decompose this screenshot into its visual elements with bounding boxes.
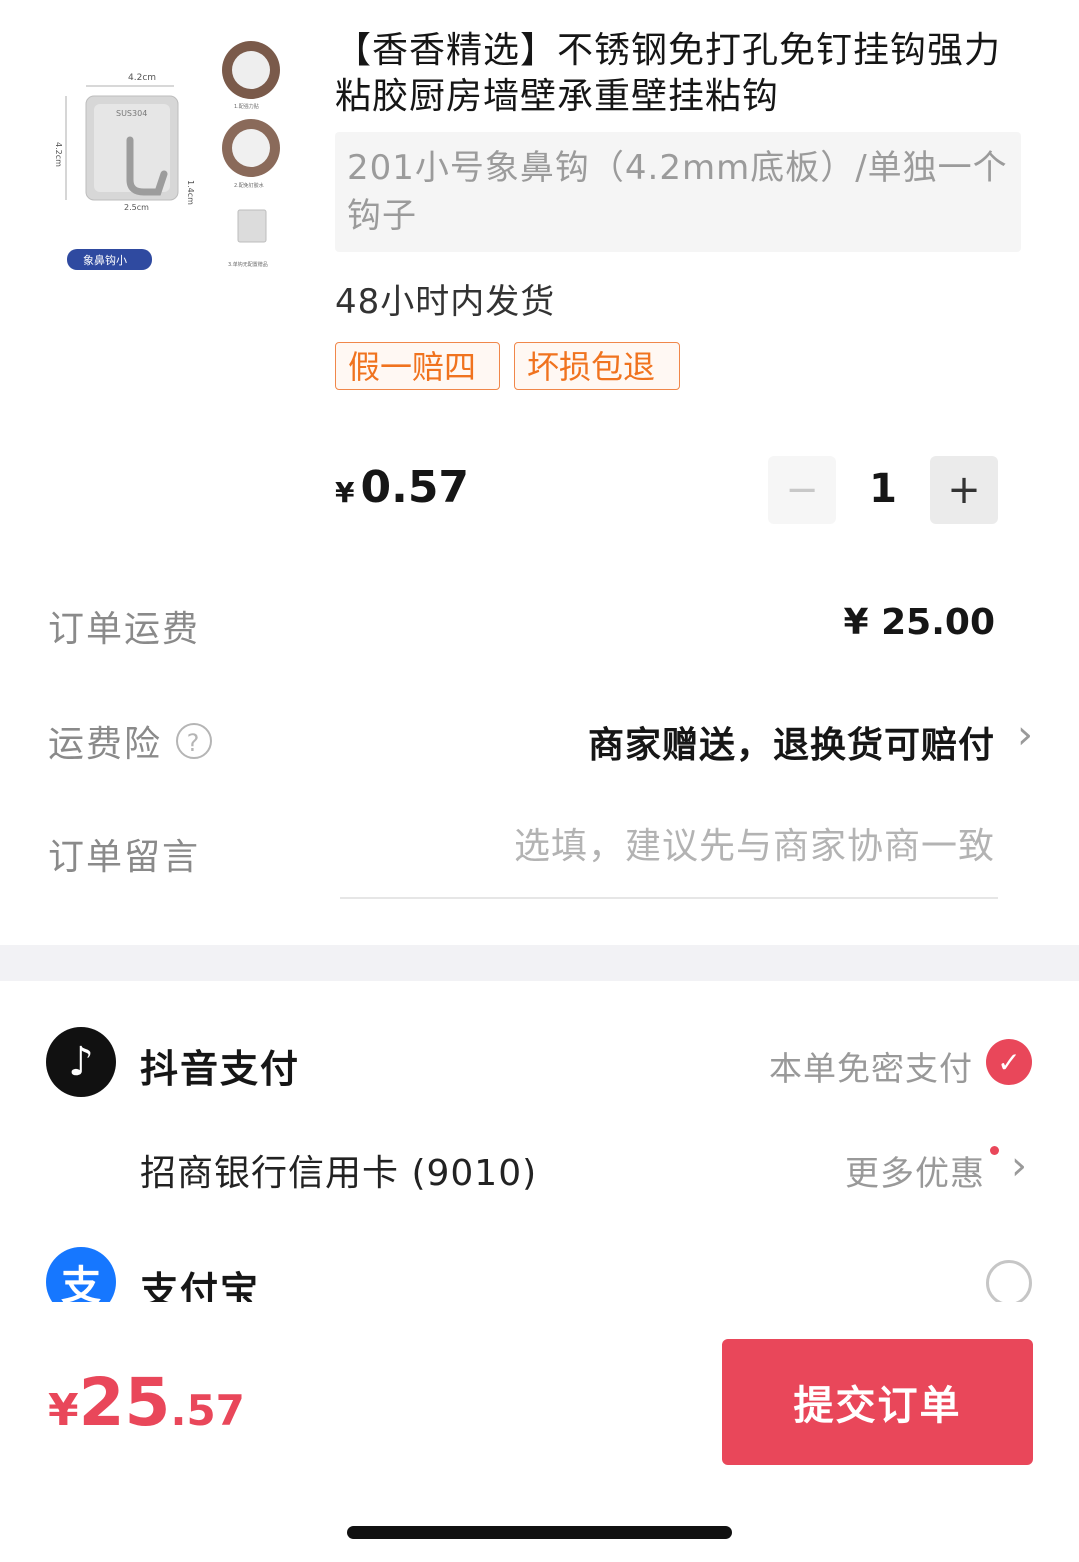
svg-text:3.单钩无配置赠品: 3.单钩无配置赠品 [228, 261, 268, 268]
product-thumbnail[interactable]: 4.2cm SUS304 4.2cm 1.4cm 2.5cm 象鼻钩小 1.配强… [40, 30, 310, 280]
selected-check-icon[interactable]: ✓ [986, 1039, 1032, 1085]
home-indicator[interactable] [347, 1526, 732, 1539]
order-message-input[interactable] [435, 826, 995, 867]
thumb-width-label: 4.2cm [128, 73, 156, 83]
chevron-right-icon[interactable]: › [1011, 1143, 1027, 1189]
svg-text:2.配免钉胶水: 2.配免钉胶水 [234, 182, 264, 189]
douyin-pay-icon: ♪ [46, 1027, 116, 1097]
section-divider [0, 945, 1079, 981]
total-integer: 25 [78, 1364, 171, 1441]
shipping-insurance-text: 运费险 [48, 724, 163, 765]
price-value: 0.57 [360, 462, 470, 513]
guarantee-tag-damage: 坏损包退 [514, 342, 680, 390]
quantity-increase-button[interactable]: + [930, 456, 998, 524]
freight-value: ¥ 25.00 [843, 602, 995, 643]
total-price: ¥25.57 [48, 1364, 245, 1441]
shipping-insurance-value[interactable]: 商家赠送，退换货可赔付 [588, 716, 995, 768]
chevron-right-icon[interactable]: › [1017, 712, 1033, 758]
guarantee-tag-fake: 假一赔四 [335, 342, 500, 390]
product-title: 【香香精选】不锈钢免打孔免钉挂钩强力粘胶厨房墙壁承重壁挂粘钩 [335, 30, 1002, 117]
total-decimal: .57 [170, 1386, 245, 1435]
freight-label: 订单运费 [48, 609, 201, 650]
help-icon[interactable]: ? [176, 723, 213, 759]
douyin-pay-label[interactable]: 抖音支付 [140, 1038, 300, 1093]
more-deals-link[interactable]: 更多优惠 [845, 1146, 985, 1195]
bank-card-option[interactable]: 招商银行信用卡 (9010) [140, 1144, 537, 1196]
thumb-depth-label: 1.4cm [186, 180, 195, 205]
currency-symbol: ¥ [335, 476, 355, 509]
submit-order-button[interactable]: 提交订单 [722, 1339, 1033, 1465]
shipping-time: 48小时内发货 [335, 282, 556, 322]
quantity-decrease-button[interactable]: − [768, 456, 836, 524]
thumb-hook-width-label: 2.5cm [124, 203, 149, 212]
notification-dot [990, 1146, 999, 1155]
password-free-note: 本单免密支付 [769, 1049, 973, 1088]
message-underline [340, 897, 998, 899]
quantity-value[interactable]: 1 [858, 466, 908, 512]
order-message-label: 订单留言 [48, 837, 201, 878]
alipay-radio[interactable] [986, 1260, 1032, 1306]
accessory-single-image [237, 209, 267, 243]
unit-price: ¥0.57 [335, 462, 469, 513]
svg-text:1.配强力贴: 1.配强力贴 [234, 103, 259, 110]
thumb-badge-text: 象鼻钩小 [83, 253, 127, 267]
shipping-insurance-label: 运费险 ? [48, 715, 213, 767]
thumb-material-label: SUS304 [116, 109, 147, 118]
total-currency: ¥ [48, 1385, 79, 1436]
thumb-height-label: 4.2cm [54, 142, 63, 167]
sku-selector[interactable]: 201小号象鼻钩（4.2mm底板）/单独一个钩子 [335, 132, 1021, 252]
